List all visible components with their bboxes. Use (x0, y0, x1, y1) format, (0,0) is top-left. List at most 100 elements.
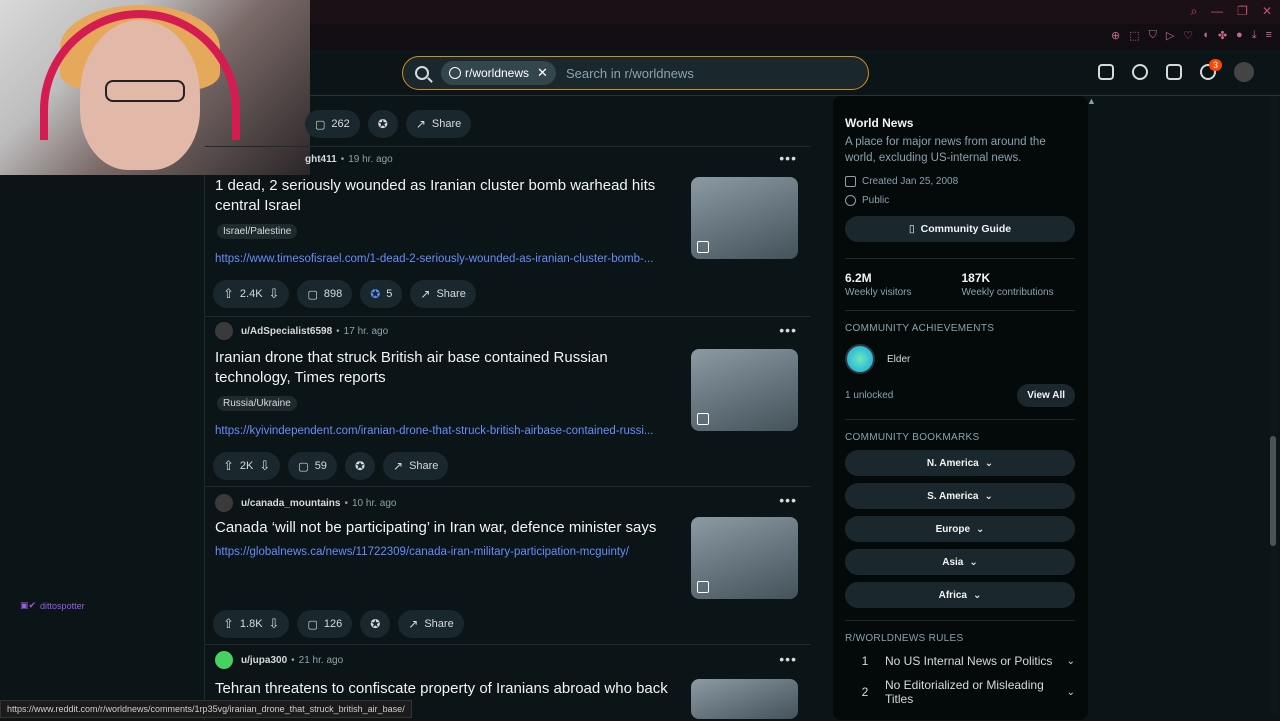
post-title[interactable]: 1 dead, 2 seriously wounded as Iranian c… (215, 176, 685, 216)
contributions-label: Weekly contributions (962, 287, 1054, 298)
post-actions: 1.8K 126 Share (213, 610, 464, 638)
post-flair[interactable]: Israel/Palestine (217, 224, 297, 239)
scroll-up-icon[interactable]: ▲ (1087, 96, 1096, 106)
scrollbar-thumb[interactable] (1270, 436, 1276, 546)
shield-icon[interactable]: ⛉ (1149, 29, 1157, 42)
post-title[interactable]: Tehran threatens to confiscate property … (215, 679, 685, 699)
post-author[interactable]: u/AdSpecialist6598 (241, 326, 332, 337)
divider (845, 310, 1075, 311)
award-icon (370, 617, 380, 631)
upvote-icon[interactable] (223, 458, 234, 474)
post-link[interactable]: https://globalnews.ca/news/11722309/cana… (215, 546, 685, 558)
community-title: World News (845, 116, 1076, 130)
post-thumbnail[interactable] (691, 177, 798, 259)
bookmarks-list: N. America⌄ S. America⌄ Europe⌄ Asia⌄ Af… (845, 450, 1076, 608)
achievements-header: COMMUNITY ACHIEVEMENTS (845, 323, 1076, 334)
community-chip[interactable]: r/worldnews ✕ (441, 61, 556, 85)
share-button[interactable]: Share (406, 110, 471, 138)
chat-icon[interactable] (1132, 64, 1148, 80)
create-post-icon[interactable] (1166, 64, 1182, 80)
chevron-down-icon: ⌄ (969, 557, 977, 568)
vote-buttons[interactable]: 2K (213, 452, 280, 480)
award-button[interactable] (360, 610, 390, 638)
community-guide-button[interactable]: ▯ Community Guide (845, 216, 1075, 242)
more-options-icon[interactable]: ••• (779, 651, 797, 667)
share-button[interactable]: Share (410, 280, 475, 308)
share-button[interactable]: Share (398, 610, 463, 638)
notifications-icon[interactable]: 3 (1200, 64, 1216, 80)
vote-buttons[interactable]: 1.8K (213, 610, 289, 638)
award-button[interactable] (368, 110, 398, 138)
unlocked-count: 1 unlocked (845, 390, 893, 401)
user-avatar[interactable] (1234, 62, 1254, 82)
rule-item[interactable]: 1 No US Internal News or Politics ⌄ (845, 654, 1075, 668)
post-link[interactable]: https://www.timesofisrael.com/1-dead-2-s… (215, 253, 685, 265)
ads-icon[interactable] (1098, 64, 1114, 80)
award-button[interactable]: 5 (360, 280, 402, 308)
post-author[interactable]: u/canada_mountains (241, 498, 340, 509)
post-meta: u/jupa300 • 21 hr. ago (215, 651, 343, 669)
external-link-icon (697, 413, 709, 425)
zoom-icon[interactable]: ⊕ (1111, 29, 1120, 42)
post-author[interactable]: u/jupa300 (241, 655, 287, 666)
chevron-down-icon: ⌄ (1067, 656, 1075, 667)
comments-button[interactable]: 59 (288, 452, 337, 480)
post-title[interactable]: Iranian drone that struck British air ba… (215, 348, 685, 388)
page-scrollbar[interactable] (1270, 96, 1278, 716)
audio-icon[interactable]: ◖ (1202, 29, 1209, 42)
minimize-icon[interactable]: — (1211, 4, 1223, 19)
upvote-icon[interactable] (223, 286, 234, 302)
post-thumbnail[interactable] (691, 679, 798, 719)
post-card[interactable]: u/AdSpecialist6598 • 17 hr. ago ••• Iran… (205, 318, 811, 484)
heart-icon[interactable]: ♡ (1183, 29, 1193, 42)
bookmark-n-america[interactable]: N. America⌄ (845, 450, 1075, 476)
share-icon (393, 459, 403, 473)
rule-item[interactable]: 2 No Editorialized or Misleading Titles … (845, 678, 1075, 706)
remove-chip-icon[interactable]: ✕ (537, 65, 548, 81)
download-icon[interactable]: ⤓ (1252, 29, 1257, 42)
post-card[interactable]: u/canada_mountains • 10 hr. ago ••• Cana… (205, 492, 811, 642)
comments-button[interactable]: 126 (297, 610, 352, 638)
post-author[interactable]: ght411 (305, 154, 337, 165)
play-icon[interactable]: ▷ (1166, 29, 1174, 42)
bookmark-europe[interactable]: Europe⌄ (845, 516, 1075, 542)
view-all-button[interactable]: View All (1017, 384, 1075, 407)
search-input[interactable]: Search in r/worldnews (566, 66, 694, 81)
search-bar[interactable]: r/worldnews ✕ Search in r/worldnews (402, 56, 869, 90)
bookmark-africa[interactable]: Africa⌄ (845, 582, 1075, 608)
search-icon[interactable]: ⌕ (1190, 4, 1197, 19)
author-avatar (215, 494, 233, 512)
restore-icon[interactable]: ❐ (1237, 4, 1248, 19)
more-options-icon[interactable]: ••• (779, 322, 797, 338)
extensions-icon[interactable]: ✤ (1218, 29, 1227, 42)
menu-icon[interactable]: ≡ (1266, 29, 1272, 42)
post-title[interactable]: Canada ‘will not be participating’ in Ir… (215, 518, 685, 538)
profile-icon[interactable]: ● (1236, 29, 1243, 42)
post-thumbnail[interactable] (691, 349, 798, 431)
award-button[interactable] (345, 452, 375, 480)
comments-button[interactable]: 898 (297, 280, 352, 308)
post-meta: u/canada_mountains • 10 hr. ago (215, 494, 396, 512)
post-thumbnail[interactable] (691, 517, 798, 599)
left-rail (0, 96, 205, 720)
achievement-item[interactable]: Elder (845, 344, 1076, 374)
post-meta: u/AdSpecialist6598 • 17 hr. ago (215, 322, 388, 340)
post-card[interactable]: ght411 • 19 hr. ago ••• 1 dead, 2 seriou… (205, 146, 811, 316)
more-options-icon[interactable]: ••• (779, 150, 797, 166)
vote-buttons[interactable]: 2.4K (213, 280, 289, 308)
bookmark-s-america[interactable]: S. America⌄ (845, 483, 1075, 509)
downvote-icon[interactable] (269, 286, 280, 302)
share-button[interactable]: Share (383, 452, 448, 480)
downvote-icon[interactable] (269, 616, 280, 632)
upvote-icon[interactable] (223, 616, 234, 632)
more-options-icon[interactable]: ••• (779, 492, 797, 508)
community-stats: 6.2M Weekly visitors 187K Weekly contrib… (845, 271, 1076, 298)
bookmark-asia[interactable]: Asia⌄ (845, 549, 1075, 575)
screenshot-icon[interactable]: ⬚ (1129, 29, 1139, 42)
award-icon (378, 117, 388, 131)
close-icon[interactable]: ✕ (1262, 4, 1272, 19)
post-link[interactable]: https://kyivindependent.com/iranian-dron… (215, 425, 685, 437)
downvote-icon[interactable] (259, 458, 270, 474)
post-flair[interactable]: Russia/Ukraine (217, 396, 297, 411)
comments-button[interactable]: 262 (305, 110, 360, 138)
